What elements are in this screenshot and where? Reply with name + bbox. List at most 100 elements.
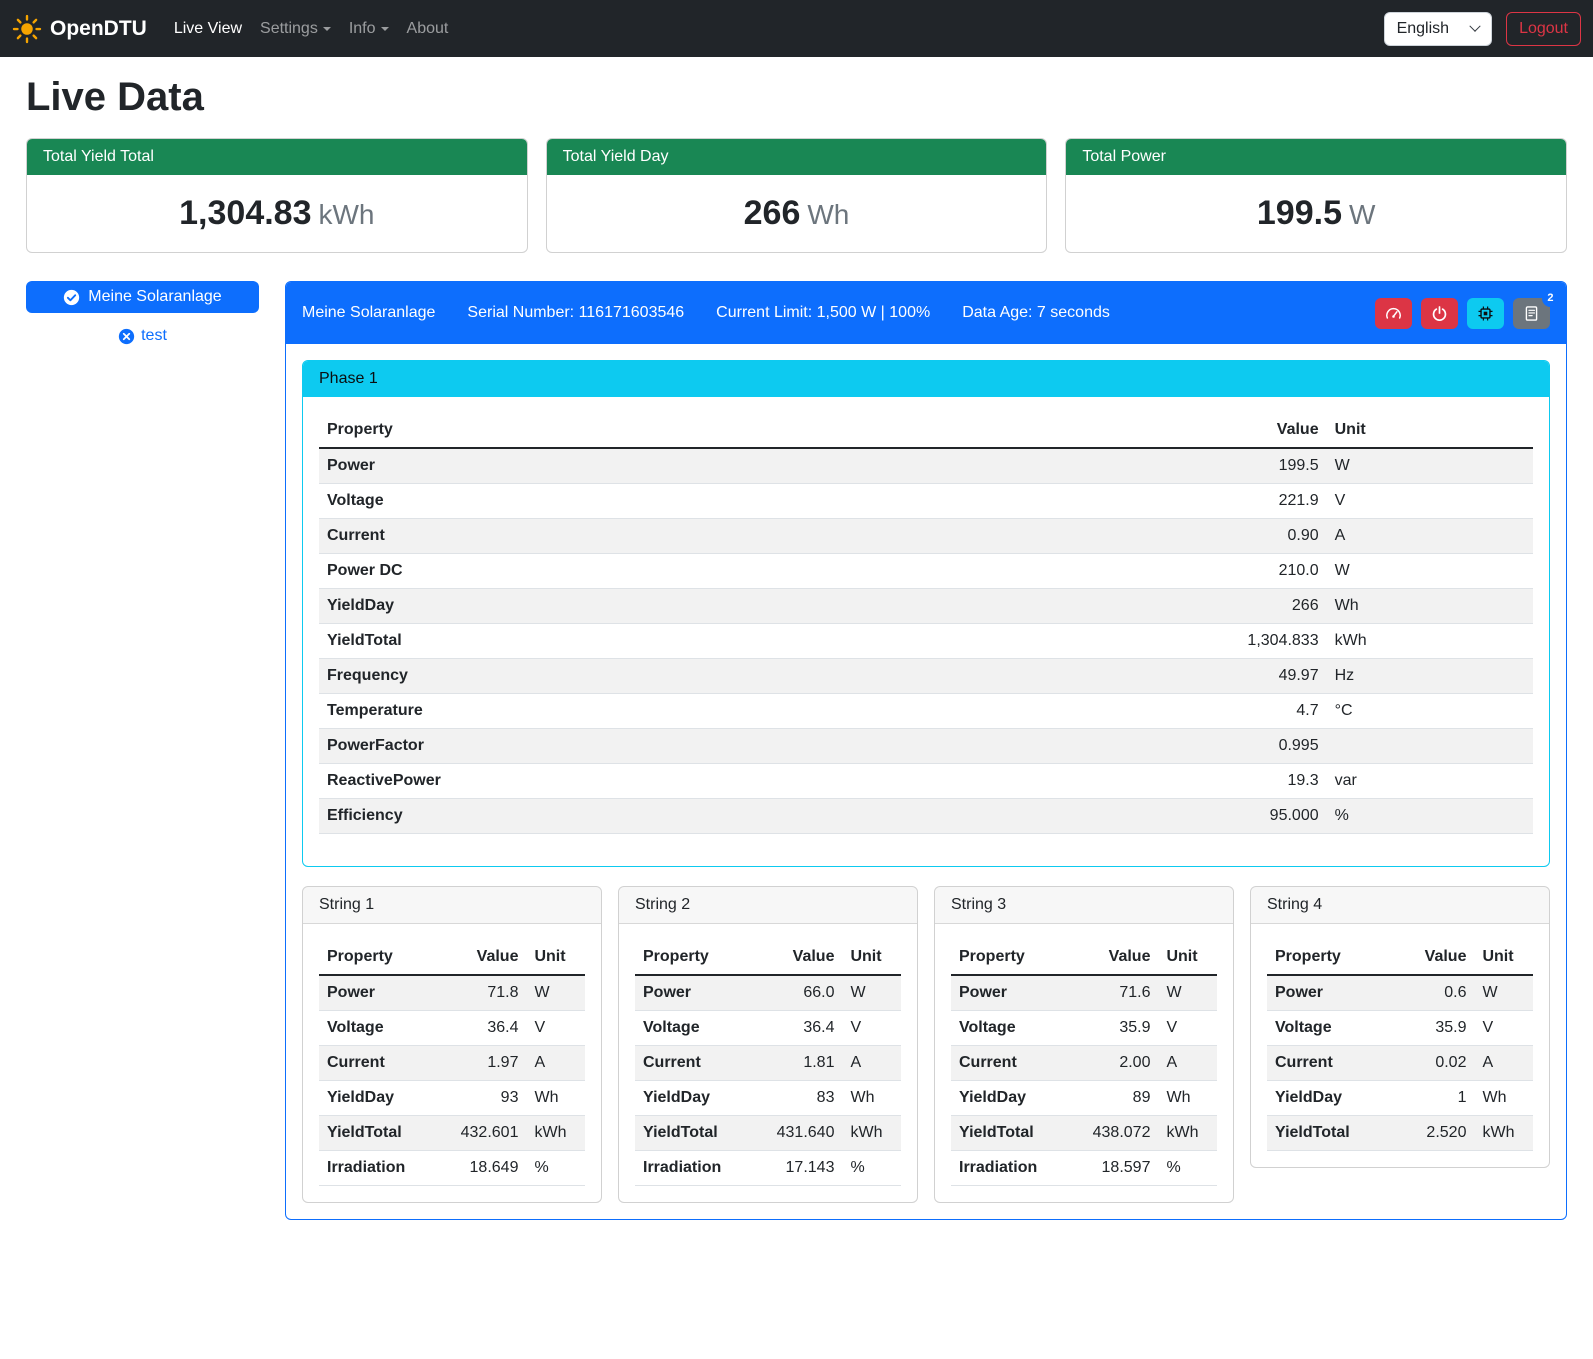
- property-label: Voltage: [1267, 1011, 1395, 1046]
- property-label: Current: [319, 519, 1145, 554]
- property-label: Voltage: [635, 1011, 763, 1046]
- table-row: Current 2.00 A: [951, 1046, 1217, 1081]
- property-unit: V: [1327, 484, 1533, 519]
- property-label: Power: [635, 975, 763, 1011]
- property-label: YieldDay: [1267, 1081, 1395, 1116]
- property-unit: %: [1327, 799, 1533, 834]
- property-value: 89: [1079, 1081, 1159, 1116]
- property-unit: %: [842, 1151, 901, 1186]
- summary-value: 1,304.83: [179, 194, 311, 232]
- content-row: Meine Solaranlage test Meine Solaranlage…: [26, 281, 1567, 1220]
- summary-card-body: 1,304.83 kWh: [27, 175, 527, 252]
- summary-card-total-power: Total Power 199.5W: [1065, 138, 1567, 253]
- navbar-right: English Logout: [1384, 12, 1581, 46]
- string-card-body: Property Value Unit Power 71.8 W Voltage…: [303, 924, 601, 1186]
- inverter-select-button[interactable]: Meine Solaranlage: [26, 281, 259, 313]
- string-table: Property Value Unit Power 71.6 W Voltage…: [951, 940, 1217, 1186]
- navbar: OpenDTU Live View Settings Info About En…: [0, 0, 1593, 57]
- language-value: English: [1397, 20, 1449, 38]
- phase-card: Phase 1 Property Value Unit Power: [302, 360, 1550, 867]
- language-select[interactable]: English: [1384, 12, 1492, 46]
- property-value: 35.9: [1395, 1011, 1475, 1046]
- table-row: YieldDay 89 Wh: [951, 1081, 1217, 1116]
- property-label: Power: [319, 448, 1145, 484]
- property-value: 221.9: [1145, 484, 1327, 519]
- string-card-title: String 4: [1251, 887, 1549, 924]
- table-row: YieldTotal 431.640 kWh: [635, 1116, 901, 1151]
- property-label: YieldTotal: [319, 624, 1145, 659]
- table-header-row: Property Value Unit: [951, 940, 1217, 975]
- limit-settings-button[interactable]: [1375, 298, 1412, 329]
- property-label: YieldTotal: [1267, 1116, 1395, 1151]
- property-value: 93: [447, 1081, 527, 1116]
- string-card-title: String 3: [935, 887, 1233, 924]
- power-button[interactable]: [1421, 298, 1458, 329]
- inverter-item-test[interactable]: test: [26, 327, 259, 345]
- table-row: YieldDay 93 Wh: [319, 1081, 585, 1116]
- property-unit: Wh: [1474, 1081, 1533, 1116]
- nav-item-about[interactable]: About: [398, 12, 458, 46]
- table-row: Voltage 35.9 V: [1267, 1011, 1533, 1046]
- table-row: Voltage 36.4 V: [319, 1011, 585, 1046]
- property-label: YieldDay: [635, 1081, 763, 1116]
- property-value: 66.0: [763, 975, 843, 1011]
- table-row: YieldTotal 2.520 kWh: [1267, 1116, 1533, 1151]
- summary-card-total-yield-total: Total Yield Total 1,304.83 kWh: [26, 138, 528, 253]
- property-value: 266: [1145, 589, 1327, 624]
- column-header-property: Property: [951, 940, 1079, 975]
- brand-link[interactable]: OpenDTU: [12, 14, 147, 44]
- property-unit: W: [1158, 975, 1217, 1011]
- table-row: Efficiency 95.000 %: [319, 799, 1533, 834]
- table-row: Frequency 49.97 Hz: [319, 659, 1533, 694]
- column-header-unit: Unit: [842, 940, 901, 975]
- nav-links: Live View Settings Info About: [165, 12, 458, 46]
- inverter-select-label: Meine Solaranlage: [88, 288, 221, 306]
- property-unit: W: [1327, 554, 1533, 589]
- journal-text-icon: [1523, 305, 1540, 322]
- property-value: 19.3: [1145, 764, 1327, 799]
- property-label: Voltage: [319, 1011, 447, 1046]
- nav-item-info[interactable]: Info: [340, 12, 398, 46]
- table-row: Power 0.6 W: [1267, 975, 1533, 1011]
- property-label: Irradiation: [635, 1151, 763, 1186]
- string-card-1: String 1 Property Value Unit: [302, 886, 602, 1203]
- property-unit: kWh: [1327, 624, 1533, 659]
- summary-unit: kWh: [319, 199, 375, 230]
- device-info-button[interactable]: [1467, 298, 1504, 329]
- table-row: YieldDay 83 Wh: [635, 1081, 901, 1116]
- table-row: Voltage 36.4 V: [635, 1011, 901, 1046]
- property-label: Current: [951, 1046, 1079, 1081]
- property-unit: %: [526, 1151, 585, 1186]
- property-label: YieldDay: [319, 589, 1145, 624]
- logout-button[interactable]: Logout: [1506, 12, 1581, 46]
- table-header-row: Property Value Unit: [1267, 940, 1533, 975]
- inverter-item-label: test: [141, 327, 167, 345]
- property-unit: V: [842, 1011, 901, 1046]
- column-header-unit: Unit: [526, 940, 585, 975]
- event-count-badge: 2: [1542, 290, 1559, 307]
- string-card-2: String 2 Property Value Unit: [618, 886, 918, 1203]
- nav-item-live-view[interactable]: Live View: [165, 12, 251, 46]
- column-header-value: Value: [447, 940, 527, 975]
- property-unit: Hz: [1327, 659, 1533, 694]
- property-unit: var: [1327, 764, 1533, 799]
- event-log-button[interactable]: 2: [1513, 298, 1550, 329]
- property-value: 95.000: [1145, 799, 1327, 834]
- table-row: YieldTotal 1,304.833 kWh: [319, 624, 1533, 659]
- nav-item-settings[interactable]: Settings: [251, 12, 340, 46]
- property-label: YieldDay: [951, 1081, 1079, 1116]
- table-header-row: Property Value Unit: [635, 940, 901, 975]
- column-header-unit: Unit: [1158, 940, 1217, 975]
- property-value: 36.4: [447, 1011, 527, 1046]
- property-value: 1.81: [763, 1046, 843, 1081]
- property-unit: V: [1158, 1011, 1217, 1046]
- property-label: PowerFactor: [319, 729, 1145, 764]
- phase-card-title: Phase 1: [303, 361, 1549, 397]
- table-row: Temperature 4.7 °C: [319, 694, 1533, 729]
- check-circle-icon: [63, 289, 80, 306]
- string-card-title: String 1: [303, 887, 601, 924]
- summary-card-title: Total Yield Total: [27, 139, 527, 175]
- table-row: YieldTotal 438.072 kWh: [951, 1116, 1217, 1151]
- chevron-down-icon: [1469, 20, 1480, 31]
- property-value: 2.00: [1079, 1046, 1159, 1081]
